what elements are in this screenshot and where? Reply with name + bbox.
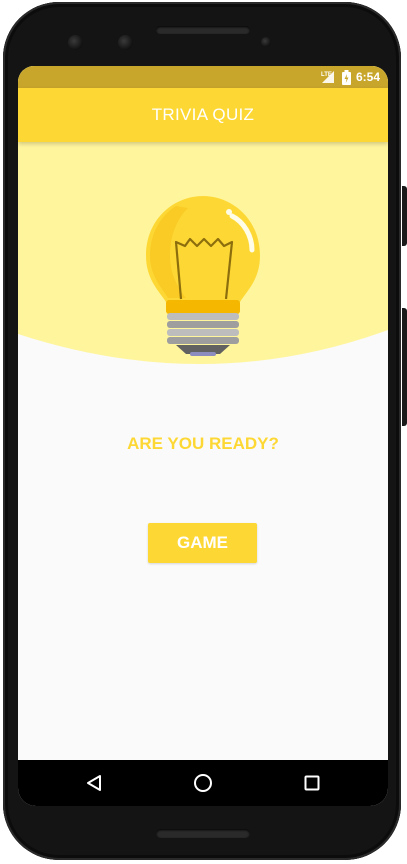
game-button[interactable]: GAME [148, 523, 257, 563]
app-bar: TRIVIA QUIZ [18, 88, 388, 142]
home-button[interactable] [183, 760, 223, 806]
back-icon [87, 775, 101, 791]
battery-charging-icon [341, 69, 351, 85]
svg-text:LTE: LTE [321, 72, 332, 78]
phone-frame: LTE 6:54 TRIVIA QUIZ ARE YOU READY? GAME [0, 0, 407, 864]
app-title: TRIVIA QUIZ [151, 105, 255, 124]
screen: LTE 6:54 TRIVIA QUIZ ARE YOU READY? GAME [18, 66, 388, 806]
proximity-sensor [261, 37, 271, 47]
status-time: 6:54 [355, 70, 380, 84]
recents-button[interactable] [292, 760, 332, 806]
recents-icon [304, 775, 320, 791]
status-bar: LTE 6:54 [18, 66, 388, 88]
front-camera [68, 35, 83, 50]
power-button [402, 186, 407, 246]
ready-prompt: ARE YOU READY? [127, 434, 279, 453]
bottom-speaker [156, 829, 250, 838]
earpiece-speaker [156, 26, 250, 34]
back-button[interactable] [74, 760, 114, 806]
navigation-bar [18, 760, 388, 806]
front-camera-secondary [118, 35, 133, 50]
home-icon [194, 774, 212, 792]
volume-button [402, 308, 407, 426]
lte-signal-icon: LTE [321, 71, 334, 83]
